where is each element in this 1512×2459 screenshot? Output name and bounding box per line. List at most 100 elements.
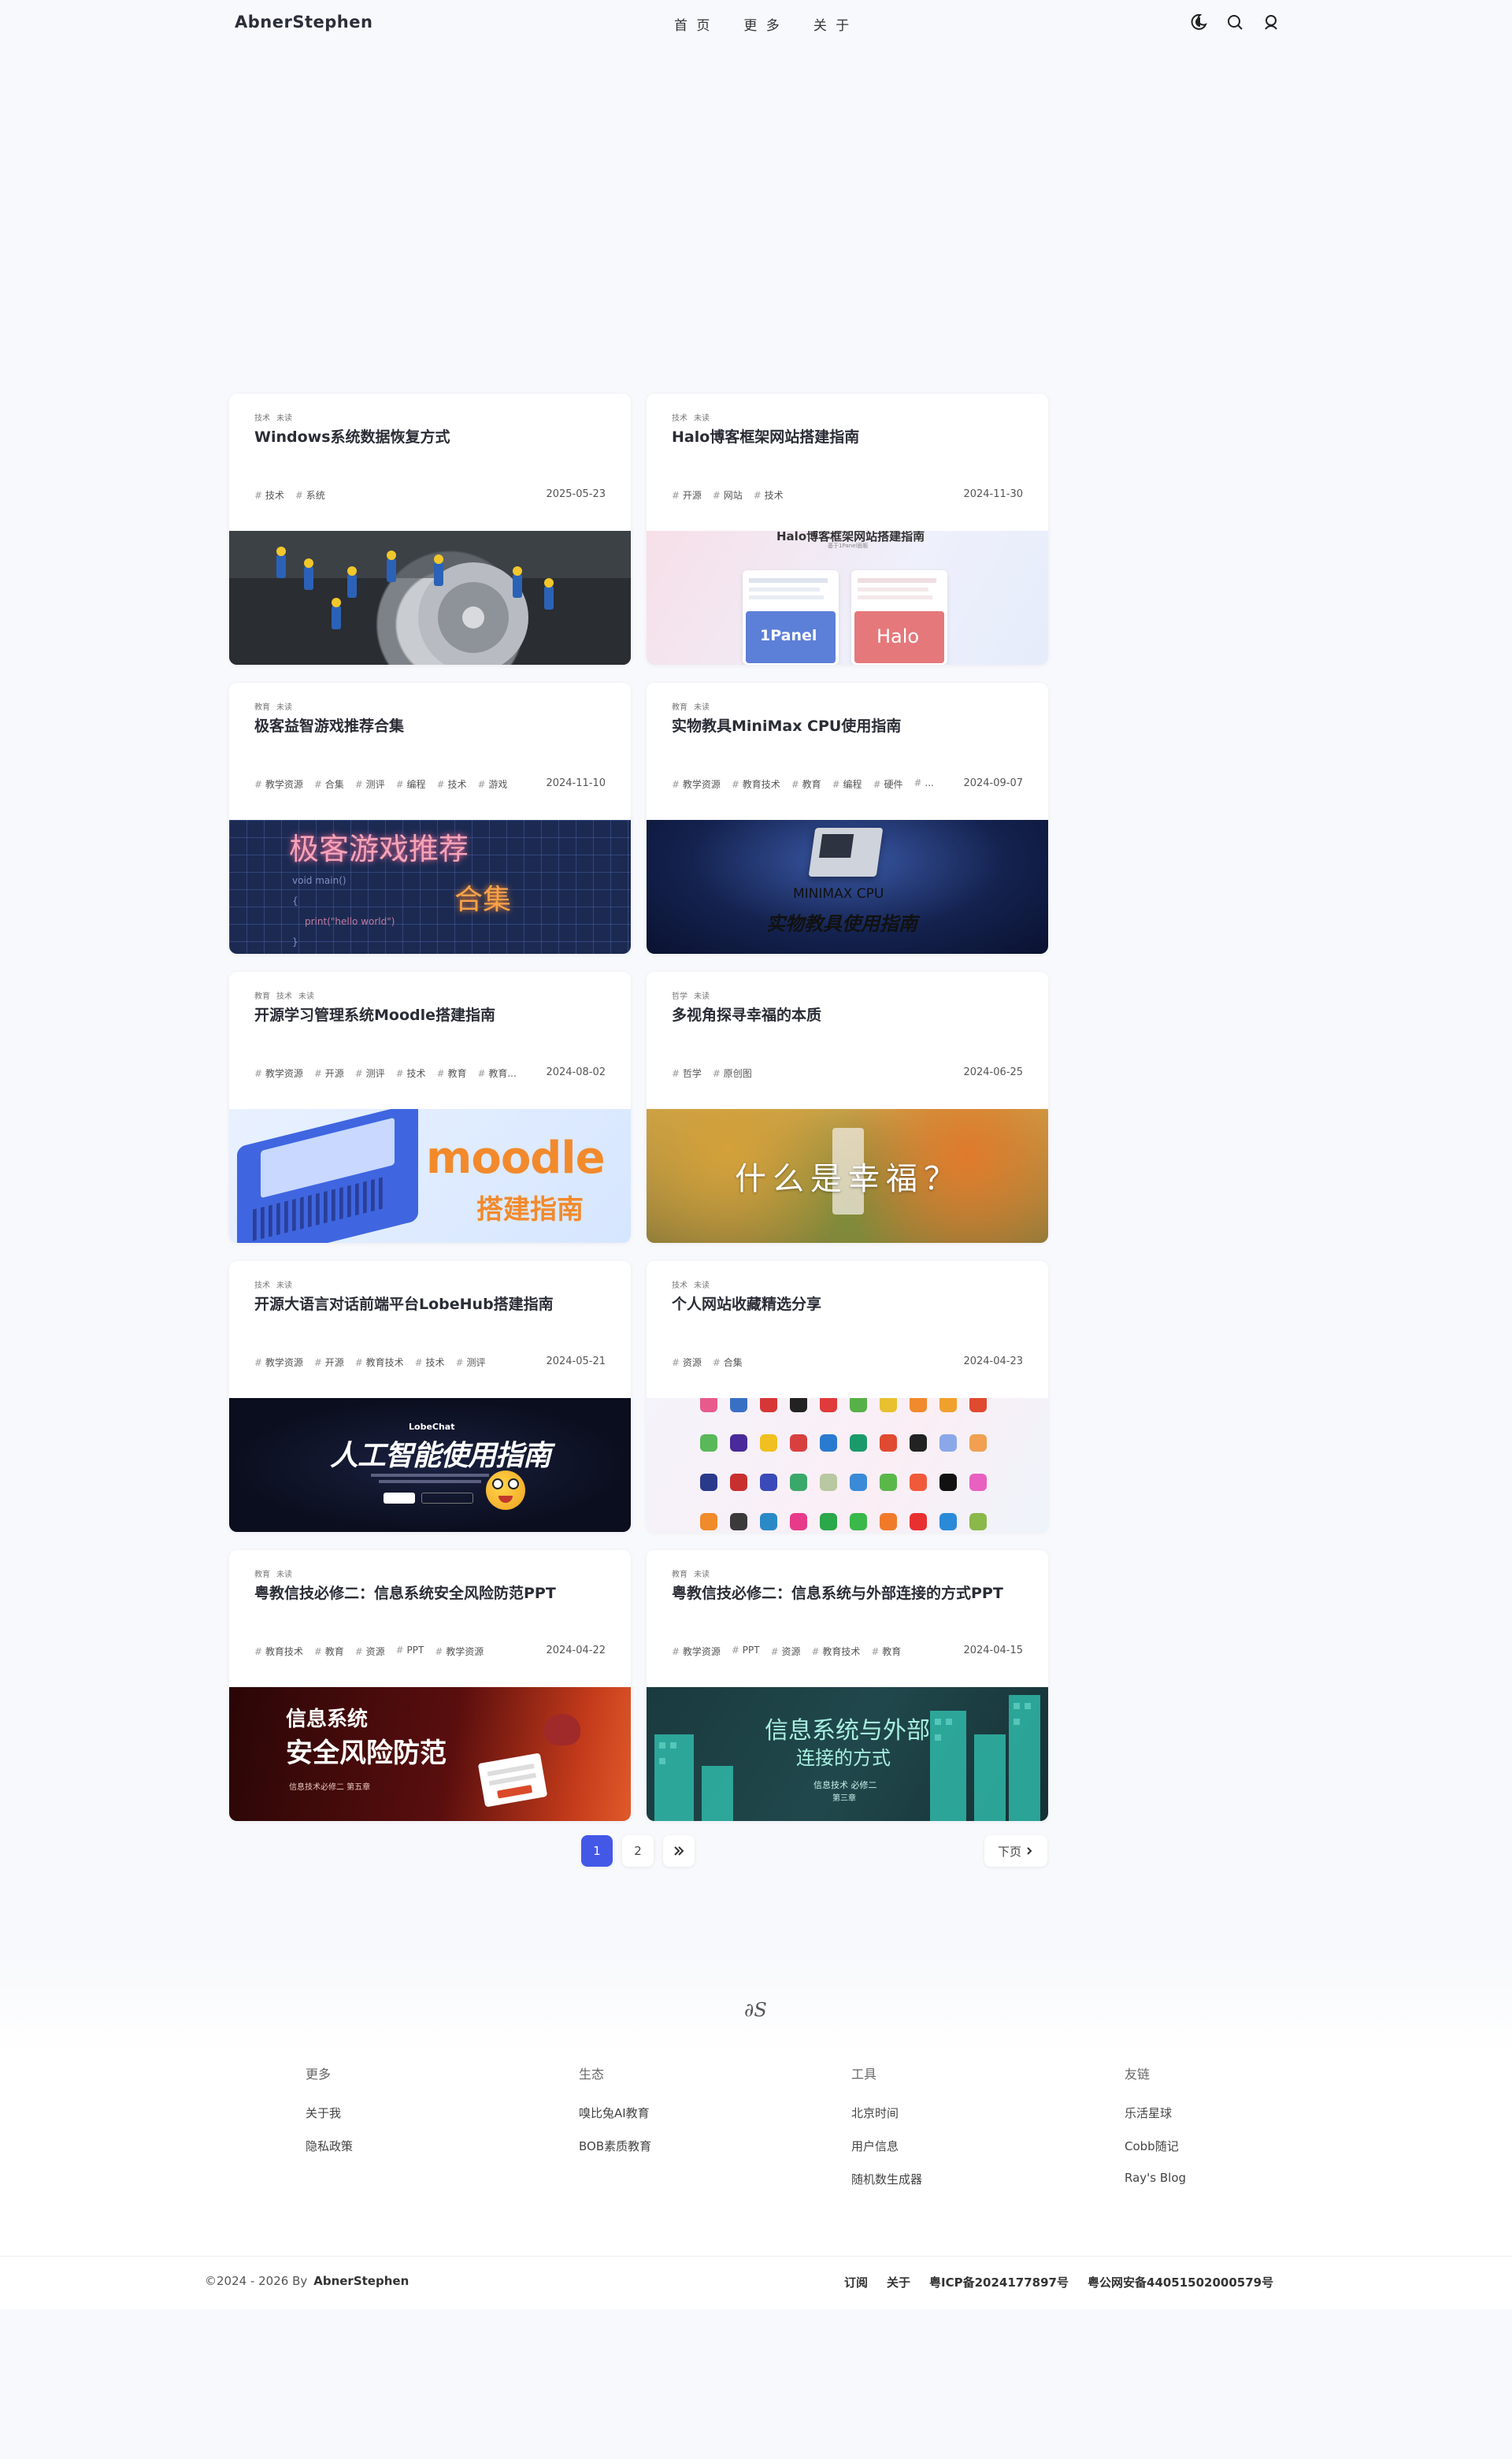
category-label[interactable]: 未读 (694, 700, 710, 712)
tag-link[interactable]: 资源 (355, 1645, 385, 1658)
post-title[interactable]: 粤教信技必修二：信息系统安全风险防范PPT (254, 1582, 615, 1603)
post-card[interactable]: 技术 未读 Halo博客框架网站搭建指南 开源 网站 技术 2024-11-30… (647, 394, 1048, 665)
tag-link[interactable]: ... (914, 777, 933, 791)
category-label[interactable]: 未读 (276, 1278, 292, 1290)
tag-link[interactable]: 教育技术 (254, 1645, 303, 1658)
tag-link[interactable]: 教育技术 (811, 1645, 860, 1658)
footer-link[interactable]: 隐私政策 (306, 2138, 353, 2154)
tag-link[interactable]: 编程 (396, 777, 426, 791)
tag-link[interactable]: 编程 (832, 777, 862, 791)
tag-link[interactable]: 开源 (672, 488, 702, 502)
category-label[interactable]: 技术 (254, 1278, 270, 1290)
tag-link[interactable]: 游戏 (477, 777, 507, 791)
tag-link[interactable]: 资源 (771, 1645, 800, 1658)
nav-about[interactable]: 关 于 (813, 14, 851, 34)
tag-link[interactable]: 测评 (355, 1066, 385, 1080)
post-cover-image[interactable] (647, 1398, 1048, 1532)
post-title[interactable]: 粤教信技必修二：信息系统与外部连接的方式PPT (672, 1582, 1032, 1603)
tag-link[interactable]: 测评 (355, 777, 385, 791)
tag-link[interactable]: 教育技术 (355, 1356, 404, 1369)
category-label[interactable]: 教育 (672, 1567, 687, 1579)
post-title[interactable]: 个人网站收藏精选分享 (672, 1293, 1032, 1314)
category-label[interactable]: 哲学 (672, 989, 687, 1001)
tag-link[interactable]: 教育 (791, 777, 821, 791)
tag-link[interactable]: 教学资源 (254, 777, 303, 791)
tag-link[interactable]: 哲学 (672, 1066, 702, 1080)
category-label[interactable]: 未读 (694, 411, 710, 423)
footer-link[interactable]: 随机数生成器 (851, 2171, 922, 2187)
tag-link[interactable]: 教学资源 (435, 1645, 484, 1658)
footer-link[interactable]: 嗅比兔AI教育 (579, 2105, 651, 2121)
post-title[interactable]: Windows系统数据恢复方式 (254, 425, 615, 447)
post-title[interactable]: 极客益智游戏推荐合集 (254, 714, 615, 736)
page-button-1[interactable]: 1 (581, 1835, 613, 1867)
category-label[interactable]: 未读 (298, 989, 314, 1001)
tag-link[interactable]: 原创图 (713, 1066, 752, 1080)
footer-link[interactable]: Ray's Blog (1125, 2171, 1186, 2185)
tag-link[interactable]: 教育 (437, 1066, 466, 1080)
tag-link[interactable]: 教学资源 (672, 777, 721, 791)
tag-link[interactable]: 系统 (295, 488, 325, 502)
post-card[interactable]: 教育 技术 未读 开源学习管理系统Moodle搭建指南 教学资源 开源 测评 技… (229, 972, 631, 1243)
category-label[interactable]: 技术 (672, 1278, 687, 1290)
post-cover-image[interactable]: Halo博客框架网站搭建指南 基于1Panel面板 1Panel Halo (647, 531, 1048, 665)
category-label[interactable]: 教育 (254, 1567, 270, 1579)
tag-link[interactable]: 资源 (672, 1356, 702, 1369)
post-cover-image[interactable]: LobeChat 人工智能使用指南 (229, 1398, 631, 1532)
post-title[interactable]: 开源大语言对话前端平台LobeHub搭建指南 (254, 1293, 615, 1314)
post-card[interactable]: 哲学 未读 多视角探寻幸福的本质 哲学 原创图 2024-06-25 什么是幸福… (647, 972, 1048, 1243)
footer-link[interactable]: Cobb随记 (1125, 2138, 1186, 2154)
last-page-button[interactable] (663, 1835, 695, 1867)
tag-link[interactable]: 技术 (254, 488, 284, 502)
tag-link[interactable]: 教学资源 (254, 1356, 303, 1369)
post-title[interactable]: 多视角探寻幸福的本质 (672, 1003, 1032, 1025)
site-brand[interactable]: AbnerStephen (235, 13, 372, 32)
tag-link[interactable]: 开源 (314, 1066, 344, 1080)
category-label[interactable]: 教育 (672, 700, 687, 712)
post-card[interactable]: 教育 未读 极客益智游戏推荐合集 教学资源 合集 测评 编程 技术 游戏 202… (229, 683, 631, 954)
tag-link[interactable]: 教育 (314, 1645, 344, 1658)
category-label[interactable]: 未读 (694, 1278, 710, 1290)
post-cover-image[interactable]: MINIMAX CPU 实物教具使用指南 (647, 820, 1048, 954)
tag-link[interactable]: 教学资源 (254, 1066, 303, 1080)
tag-link[interactable]: 开源 (314, 1356, 344, 1369)
nav-home[interactable]: 首 页 (674, 14, 712, 34)
icp-link[interactable]: 粤ICP备2024177897号 (929, 2274, 1069, 2290)
search-icon[interactable] (1225, 13, 1244, 32)
tag-link[interactable]: 测评 (456, 1356, 485, 1369)
nav-more[interactable]: 更 多 (743, 14, 781, 34)
tag-link[interactable]: 技术 (415, 1356, 445, 1369)
tag-link[interactable]: 网站 (713, 488, 743, 502)
post-card[interactable]: 教育 未读 粤教信技必修二：信息系统与外部连接的方式PPT 教学资源 PPT 资… (647, 1550, 1048, 1821)
category-label[interactable]: 未读 (276, 700, 292, 712)
footer-link[interactable]: BOB素质教育 (579, 2138, 651, 2154)
tag-link[interactable]: PPT (732, 1645, 760, 1658)
subscribe-link[interactable]: 订阅 (844, 2274, 868, 2290)
category-label[interactable]: 技术 (672, 411, 687, 423)
post-cover-image[interactable]: 信息系统与外部 连接的方式 信息技术 必修二 第三章 (647, 1687, 1048, 1821)
tag-link[interactable]: 合集 (314, 777, 344, 791)
post-card[interactable]: 教育 未读 粤教信技必修二：信息系统安全风险防范PPT 教育技术 教育 资源 P… (229, 1550, 631, 1821)
about-link[interactable]: 关于 (887, 2274, 910, 2290)
tag-link[interactable]: 教育... (477, 1066, 516, 1080)
category-label[interactable]: 未读 (694, 1567, 710, 1579)
police-record-link[interactable]: 粤公网安备44051502000579号 (1088, 2274, 1273, 2290)
tag-link[interactable]: 教育 (871, 1645, 901, 1658)
tag-link[interactable]: 合集 (713, 1356, 743, 1369)
tag-link[interactable]: 技术 (754, 488, 784, 502)
footer-link[interactable]: 乐活星球 (1125, 2105, 1186, 2121)
post-card[interactable]: 技术 未读 Windows系统数据恢复方式 技术 系统 2025-05-23 (229, 394, 631, 665)
category-label[interactable]: 未读 (276, 411, 292, 423)
footer-link[interactable]: 北京时间 (851, 2105, 922, 2121)
tag-link[interactable]: PPT (396, 1645, 424, 1658)
category-label[interactable]: 教育 (254, 700, 270, 712)
footer-link[interactable]: 用户信息 (851, 2138, 922, 2154)
tag-link[interactable]: 技术 (437, 777, 466, 791)
next-page-button[interactable]: 下页 (984, 1835, 1047, 1867)
post-card[interactable]: 技术 未读 开源大语言对话前端平台LobeHub搭建指南 教学资源 开源 教育技… (229, 1261, 631, 1532)
dark-mode-icon[interactable] (1189, 13, 1208, 32)
post-title[interactable]: 实物教具MiniMax CPU使用指南 (672, 714, 1032, 736)
copyright-author[interactable]: AbnerStephen (313, 2274, 409, 2288)
category-label[interactable]: 技术 (276, 989, 292, 1001)
category-label[interactable]: 教育 (254, 989, 270, 1001)
